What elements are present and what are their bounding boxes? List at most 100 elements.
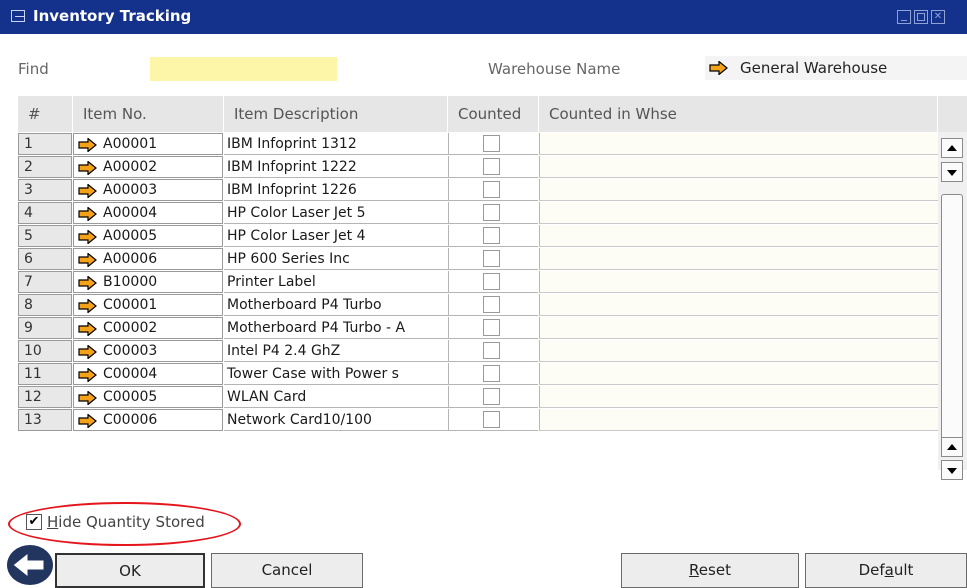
- counted-cell[interactable]: [448, 317, 538, 339]
- row-number[interactable]: 7: [18, 271, 72, 293]
- counted-checkbox[interactable]: [483, 342, 500, 359]
- column-header-number[interactable]: #: [18, 96, 73, 132]
- item-description-cell[interactable]: IBM Infoprint 1226: [224, 179, 448, 201]
- item-no-cell[interactable]: C00004: [73, 363, 223, 385]
- close-icon[interactable]: ✕: [931, 10, 945, 24]
- item-description-cell[interactable]: HP 600 Series Inc: [224, 248, 448, 270]
- counted-cell[interactable]: [448, 202, 538, 224]
- back-arrow-button[interactable]: [7, 545, 53, 585]
- counted-cell[interactable]: [448, 294, 538, 316]
- row-number[interactable]: 8: [18, 294, 72, 316]
- counted-checkbox[interactable]: [483, 411, 500, 428]
- row-number[interactable]: 10: [18, 340, 72, 362]
- column-header-counted[interactable]: Counted: [448, 96, 539, 132]
- table-row[interactable]: 12 C00005 WLAN Card: [18, 386, 967, 409]
- counted-in-whse-cell[interactable]: [539, 179, 938, 201]
- scroll-down-icon[interactable]: [941, 460, 963, 480]
- counted-checkbox[interactable]: [483, 227, 500, 244]
- table-row[interactable]: 11 C00004 Tower Case with Power s: [18, 363, 967, 386]
- item-description-cell[interactable]: HP Color Laser Jet 4: [224, 225, 448, 247]
- orange-arrow-icon[interactable]: [78, 414, 97, 428]
- item-description-cell[interactable]: IBM Infoprint 1312: [224, 133, 448, 155]
- counted-in-whse-cell[interactable]: [539, 409, 938, 431]
- table-row[interactable]: 13 C00006 Network Card10/100: [18, 409, 967, 432]
- item-description-cell[interactable]: Motherboard P4 Turbo: [224, 294, 448, 316]
- row-number[interactable]: 11: [18, 363, 72, 385]
- row-number[interactable]: 6: [18, 248, 72, 270]
- counted-cell[interactable]: [448, 340, 538, 362]
- item-description-cell[interactable]: Tower Case with Power s: [224, 363, 448, 385]
- item-description-cell[interactable]: WLAN Card: [224, 386, 448, 408]
- scroll-thumb[interactable]: [941, 194, 963, 439]
- item-no-cell[interactable]: C00001: [73, 294, 223, 316]
- row-number[interactable]: 3: [18, 179, 72, 201]
- counted-cell[interactable]: [448, 271, 538, 293]
- table-row[interactable]: 6 A00006 HP 600 Series Inc: [18, 248, 967, 271]
- item-no-cell[interactable]: A00002: [73, 156, 223, 178]
- minimize-icon[interactable]: [897, 10, 911, 24]
- scroll-down-icon[interactable]: [941, 162, 963, 182]
- orange-arrow-icon[interactable]: [78, 207, 97, 221]
- maximize-icon[interactable]: [914, 10, 928, 24]
- orange-arrow-icon[interactable]: [78, 368, 97, 382]
- row-number[interactable]: 12: [18, 386, 72, 408]
- item-no-cell[interactable]: A00005: [73, 225, 223, 247]
- row-number[interactable]: 9: [18, 317, 72, 339]
- table-row[interactable]: 5 A00005 HP Color Laser Jet 4: [18, 225, 967, 248]
- item-description-cell[interactable]: Motherboard P4 Turbo - A: [224, 317, 448, 339]
- orange-arrow-icon[interactable]: [78, 184, 97, 198]
- orange-arrow-icon[interactable]: [78, 322, 97, 336]
- counted-in-whse-cell[interactable]: [539, 363, 938, 385]
- counted-cell[interactable]: [448, 225, 538, 247]
- orange-arrow-icon[interactable]: [78, 299, 97, 313]
- column-header-item-description[interactable]: Item Description: [224, 96, 448, 132]
- counted-in-whse-cell[interactable]: [539, 248, 938, 270]
- orange-arrow-icon[interactable]: [78, 345, 97, 359]
- item-no-cell[interactable]: A00006: [73, 248, 223, 270]
- find-input[interactable]: [150, 57, 337, 81]
- table-row[interactable]: 2 A00002 IBM Infoprint 1222: [18, 156, 967, 179]
- orange-arrow-icon[interactable]: [78, 230, 97, 244]
- row-number[interactable]: 13: [18, 409, 72, 431]
- counted-in-whse-cell[interactable]: [539, 133, 938, 155]
- counted-checkbox[interactable]: [483, 158, 500, 175]
- item-description-cell[interactable]: Network Card10/100: [224, 409, 448, 431]
- table-row[interactable]: 1 A00001 IBM Infoprint 1312: [18, 133, 967, 156]
- counted-checkbox[interactable]: [483, 365, 500, 382]
- table-row[interactable]: 7 B10000 Printer Label: [18, 271, 967, 294]
- default-button[interactable]: Default: [805, 553, 967, 588]
- counted-cell[interactable]: [448, 409, 538, 431]
- counted-in-whse-cell[interactable]: [539, 317, 938, 339]
- orange-arrow-icon[interactable]: [78, 391, 97, 405]
- orange-arrow-icon[interactable]: [78, 161, 97, 175]
- row-number[interactable]: 1: [18, 133, 72, 155]
- counted-cell[interactable]: [448, 386, 538, 408]
- row-number[interactable]: 4: [18, 202, 72, 224]
- counted-cell[interactable]: [448, 179, 538, 201]
- row-number[interactable]: 2: [18, 156, 72, 178]
- counted-checkbox[interactable]: [483, 319, 500, 336]
- orange-arrow-icon[interactable]: [78, 253, 97, 267]
- counted-cell[interactable]: [448, 156, 538, 178]
- item-no-cell[interactable]: C00006: [73, 409, 223, 431]
- item-description-cell[interactable]: Intel P4 2.4 GhZ: [224, 340, 448, 362]
- scroll-up-icon[interactable]: [941, 138, 963, 158]
- counted-in-whse-cell[interactable]: [539, 271, 938, 293]
- ok-button[interactable]: OK: [55, 553, 205, 588]
- counted-checkbox[interactable]: [483, 250, 500, 267]
- table-row[interactable]: 3 A00003 IBM Infoprint 1226: [18, 179, 967, 202]
- counted-in-whse-cell[interactable]: [539, 202, 938, 224]
- reset-button[interactable]: Reset: [621, 553, 799, 588]
- item-no-cell[interactable]: A00001: [73, 133, 223, 155]
- table-row[interactable]: 9 C00002 Motherboard P4 Turbo - A: [18, 317, 967, 340]
- item-no-cell[interactable]: A00003: [73, 179, 223, 201]
- counted-cell[interactable]: [448, 248, 538, 270]
- column-header-item-no[interactable]: Item No.: [73, 96, 224, 132]
- item-description-cell[interactable]: Printer Label: [224, 271, 448, 293]
- counted-in-whse-cell[interactable]: [539, 340, 938, 362]
- counted-in-whse-cell[interactable]: [539, 225, 938, 247]
- column-header-counted-in-whse[interactable]: Counted in Whse: [539, 96, 938, 132]
- vertical-scrollbar[interactable]: [938, 132, 967, 480]
- item-no-cell[interactable]: C00005: [73, 386, 223, 408]
- table-row[interactable]: 4 A00004 HP Color Laser Jet 5: [18, 202, 967, 225]
